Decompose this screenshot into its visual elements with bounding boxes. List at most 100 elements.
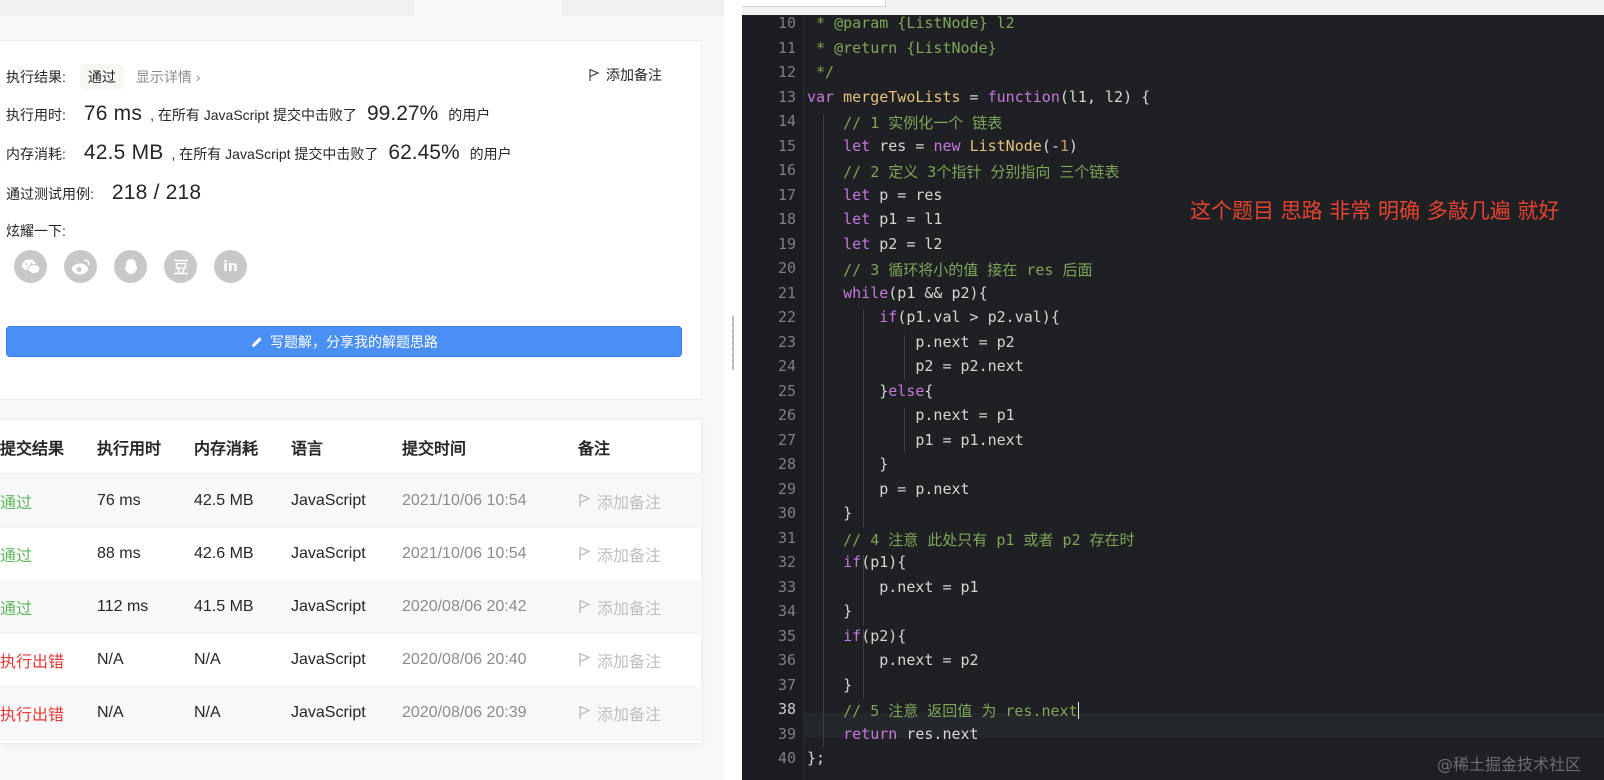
add-note-label: 添加备注 bbox=[597, 547, 662, 565]
linkedin-icon[interactable]: in bbox=[214, 250, 247, 283]
submission-runtime: N/A bbox=[97, 650, 124, 668]
line-number: 40 bbox=[777, 749, 796, 767]
drag-handle-icon[interactable] bbox=[732, 316, 734, 370]
submission-result[interactable]: 通过 bbox=[0, 595, 32, 619]
add-note-button[interactable]: 添加备注 bbox=[588, 65, 662, 85]
header-time: 提交时间 bbox=[402, 440, 467, 458]
add-note-button[interactable]: 添加备注 bbox=[578, 648, 661, 672]
add-note-button[interactable]: 添加备注 bbox=[578, 489, 661, 513]
runtime-row: 执行用时: 76 ms , 在所有 JavaScript 提交中击败了 99.2… bbox=[6, 102, 490, 126]
code-line[interactable]: // 3 循环将小的值 接在 res 后面 bbox=[807, 259, 1092, 280]
submission-time: 2020/08/06 20:39 bbox=[402, 703, 527, 721]
submission-result[interactable]: 执行出错 bbox=[0, 648, 64, 672]
line-number: 28 bbox=[777, 455, 796, 473]
code-line[interactable]: let res = new ListNode(-1) bbox=[807, 137, 1078, 155]
add-note-label: 添加备注 bbox=[606, 67, 662, 83]
line-number: 19 bbox=[777, 234, 796, 253]
table-row: 通过 112 ms 41.5 MB JavaScript 2020/08/06 20:4… bbox=[0, 580, 702, 634]
code-line[interactable]: // 1 实例化一个 链表 bbox=[807, 112, 1002, 133]
code-line[interactable]: } bbox=[807, 504, 852, 522]
line-number: 30 bbox=[777, 504, 796, 522]
weibo-icon[interactable] bbox=[64, 250, 97, 283]
douban-icon[interactable] bbox=[164, 250, 197, 283]
add-note-button[interactable]: 添加备注 bbox=[578, 595, 661, 619]
flag-icon bbox=[579, 493, 591, 507]
editor-tab[interactable] bbox=[742, 0, 886, 7]
code-line[interactable]: if(p2){ bbox=[807, 627, 906, 645]
runtime-text: , 在所有 JavaScript 提交中击败了 bbox=[150, 107, 357, 123]
code-line[interactable]: p.next = p1 bbox=[807, 406, 1014, 424]
code-line[interactable]: let p1 = l1 bbox=[807, 210, 942, 228]
code-line[interactable]: }; bbox=[807, 749, 825, 767]
code-annotation: 这个题目 思路 非常 明确 多敲几遍 就好 bbox=[1190, 199, 1560, 223]
code-line[interactable]: * @return {ListNode} bbox=[807, 39, 997, 57]
code-line[interactable]: if(p1){ bbox=[807, 553, 906, 571]
code-line[interactable]: }else{ bbox=[807, 382, 933, 400]
code-line[interactable]: } bbox=[807, 455, 888, 473]
add-note-button[interactable]: 添加备注 bbox=[578, 701, 661, 725]
submission-language: JavaScript bbox=[291, 597, 366, 615]
status-row: 执行结果: 通过 显示详情 › bbox=[6, 64, 200, 90]
pencil-icon bbox=[252, 336, 262, 347]
flag-icon bbox=[579, 599, 591, 613]
add-note-button[interactable]: 添加备注 bbox=[578, 542, 661, 566]
submission-result[interactable]: 通过 bbox=[0, 542, 32, 566]
code-line[interactable]: } bbox=[807, 602, 852, 620]
runtime-value: 76 ms bbox=[83, 102, 143, 125]
code-line[interactable]: p = p.next bbox=[807, 480, 969, 498]
tests-value: 218 / 218 bbox=[111, 181, 202, 204]
code-line[interactable]: p.next = p1 bbox=[807, 578, 978, 596]
code-editor[interactable]: * @param {ListNode} l2 * @return {ListNo… bbox=[742, 0, 1604, 780]
submission-time: 2020/08/06 20:40 bbox=[402, 650, 527, 668]
code-line[interactable]: var mergeTwoLists = function(l1, l2) { bbox=[807, 88, 1150, 106]
line-number: 34 bbox=[777, 602, 796, 620]
flag-icon bbox=[579, 546, 591, 560]
code-line[interactable]: // 5 注意 返回值 为 res.next bbox=[807, 700, 1079, 721]
code-line[interactable]: p.next = p2 bbox=[807, 333, 1014, 351]
line-number: 23 bbox=[777, 332, 796, 351]
code-line[interactable]: } bbox=[807, 676, 852, 694]
submission-memory: 41.5 MB bbox=[194, 597, 254, 615]
code-line[interactable]: p2 = p2.next bbox=[807, 357, 1023, 375]
write-solution-button[interactable]: 写题解，分享我的解题思路 bbox=[6, 326, 682, 357]
submission-runtime: 88 ms bbox=[97, 544, 141, 562]
code-line[interactable]: let p = res bbox=[807, 186, 942, 204]
share-row: 炫耀一下: bbox=[6, 221, 66, 241]
qq-icon[interactable] bbox=[114, 250, 147, 283]
code-line[interactable]: let p2 = l2 bbox=[807, 235, 942, 253]
memory-label: 内存消耗: bbox=[6, 146, 66, 162]
table-row: 执行出错 N/A N/A JavaScript 2020/08/06 20:40 添加备注 bbox=[0, 633, 702, 687]
submission-result[interactable]: 通过 bbox=[0, 489, 32, 513]
line-number: 20 bbox=[777, 259, 796, 277]
panel-tab[interactable] bbox=[414, 0, 562, 16]
runtime-suffix: 的用户 bbox=[448, 107, 491, 123]
table-row: 执行出错 N/A N/A JavaScript 2020/08/06 20:39 添加备注 bbox=[0, 686, 702, 740]
wechat-icon[interactable] bbox=[14, 250, 47, 283]
line-number: 27 bbox=[777, 430, 796, 449]
code-line[interactable]: if(p1.val > p2.val){ bbox=[807, 308, 1060, 326]
show-details-link[interactable]: 显示详情 › bbox=[136, 67, 201, 87]
line-number: 26 bbox=[777, 406, 796, 424]
submission-time: 2021/10/06 10:54 bbox=[402, 544, 527, 562]
result-card: 执行结果: 通过 显示详情 › 添加备注 执行用时: 76 ms , 在所有 J… bbox=[0, 40, 702, 400]
code-line[interactable]: return res.next bbox=[807, 725, 978, 743]
code-line[interactable]: * @param {ListNode} l2 bbox=[807, 14, 1015, 32]
code-line[interactable]: // 2 定义 3个指针 分别指向 三个链表 bbox=[807, 161, 1119, 182]
panel-top-bar bbox=[0, 0, 738, 16]
submission-result[interactable]: 执行出错 bbox=[0, 701, 64, 725]
pane-divider[interactable] bbox=[724, 0, 742, 780]
submission-language: JavaScript bbox=[291, 650, 366, 668]
code-line[interactable]: p1 = p1.next bbox=[807, 431, 1023, 449]
editor-top-bar bbox=[742, 0, 1604, 15]
submission-runtime: N/A bbox=[97, 703, 124, 721]
submission-language: JavaScript bbox=[291, 544, 366, 562]
runtime-percentile: 99.27% bbox=[367, 102, 439, 125]
code-line[interactable]: while(p1 && p2){ bbox=[807, 284, 988, 302]
line-number: 37 bbox=[777, 675, 796, 694]
submission-memory: 42.5 MB bbox=[194, 491, 254, 509]
line-number: 17 bbox=[777, 185, 796, 204]
code-line[interactable]: // 4 注意 此处只有 p1 或者 p2 存在时 bbox=[807, 529, 1134, 550]
submission-language: JavaScript bbox=[291, 703, 366, 721]
code-line[interactable]: */ bbox=[807, 63, 834, 81]
code-line[interactable]: p.next = p2 bbox=[807, 651, 978, 669]
